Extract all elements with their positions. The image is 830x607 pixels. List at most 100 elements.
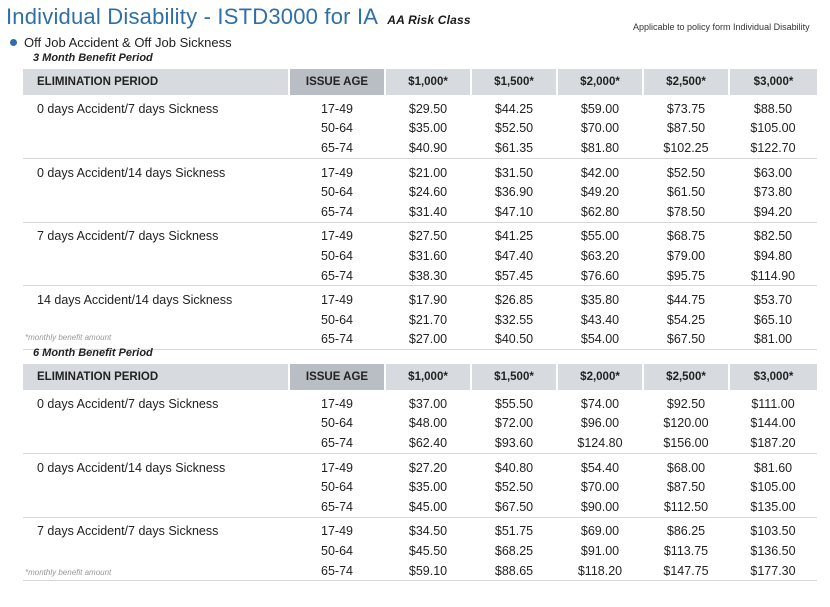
header-benefit-amount: $1,500*	[471, 69, 558, 95]
rate-cell: $32.55	[494, 312, 534, 327]
table-row: 0 days Accident/14 days Sickness 17-49 $21…	[23, 158, 817, 182]
header-elimination-period: ELIMINATION PERIOD	[23, 69, 290, 95]
rate-cell: $114.90	[729, 265, 817, 287]
rate-cell: $187.20	[729, 433, 817, 454]
rate-cell: $54.40	[580, 460, 620, 475]
rate-cell: $49.20	[580, 185, 620, 200]
rate-cell: $37.00	[408, 396, 448, 411]
table-row: 65-74 $62.40 $93.60 $124.80 $156.00 $187.20	[23, 433, 817, 454]
elimination-period-cell	[23, 246, 289, 266]
issue-age-cell: 65-74	[289, 560, 385, 582]
elimination-period-cell	[23, 433, 289, 454]
issue-age-cell: 50-64	[321, 480, 353, 495]
rate-cell: $67.50	[643, 329, 729, 351]
rate-cell: $102.25	[643, 138, 729, 159]
rate-cell: $105.00	[750, 480, 796, 495]
rate-cell: $96.00	[580, 416, 620, 431]
rate-cell: $86.25	[666, 524, 706, 539]
table-row: 50-64 $48.00 $72.00 $96.00 $120.00 $144.00	[23, 414, 817, 434]
rate-cell: $87.50	[666, 121, 706, 136]
title-text: Individual Disability - ISTD3000 for IA	[6, 4, 377, 29]
table-row: 50-64 $24.60 $36.90 $49.20 $61.50 $73.80	[23, 182, 817, 202]
rate-cell: $52.50	[494, 121, 534, 136]
rate-cell: $111.00	[751, 396, 795, 411]
rate-cell: $54.00	[557, 329, 643, 351]
rate-cell: $17.90	[408, 293, 448, 308]
rate-cell: $31.50	[494, 165, 534, 180]
rate-cell: $26.85	[494, 293, 534, 308]
elimination-period-cell: 14 days Accident/14 days Sickness	[37, 293, 233, 308]
coverage-text: Off Job Accident & Off Job Sickness	[24, 35, 232, 50]
table-row: 0 days Accident/7 days Sickness 17-49 $37.…	[23, 390, 817, 414]
rate-cell: $87.50	[666, 480, 706, 495]
issue-age-cell: 50-64	[321, 416, 353, 431]
elimination-period-cell	[23, 201, 289, 223]
rate-cell: $90.00	[557, 496, 643, 518]
rate-cell: $52.50	[494, 480, 534, 495]
header-benefit-amount: $2,500*	[643, 364, 730, 390]
rate-cell: $94.20	[729, 201, 817, 223]
rate-cell: $42.00	[580, 165, 620, 180]
rate-cell: $78.50	[643, 201, 729, 223]
issue-age-cell: 50-64	[321, 248, 353, 263]
rate-cell: $113.75	[663, 543, 709, 558]
rate-cell: $31.40	[385, 201, 471, 223]
rate-cell: $21.00	[408, 165, 448, 180]
rate-table-3-month: ELIMINATION PERIOD ISSUE AGE $1,000* $1,500…	[23, 69, 817, 351]
rate-cell: $92.50	[666, 396, 706, 411]
rate-cell: $34.50	[408, 524, 448, 539]
rate-cell: $44.75	[666, 293, 706, 308]
risk-class-label: AA Risk Class	[387, 13, 471, 27]
rate-cell: $95.75	[643, 265, 729, 287]
issue-age-cell: 17-49	[321, 524, 353, 539]
rate-cell: $27.00	[385, 329, 471, 351]
table-row: 65-74 $38.30 $57.45 $76.60 $95.75 $114.90	[23, 265, 817, 287]
rate-cell: $122.70	[729, 138, 817, 159]
elimination-period-cell: 7 days Accident/7 days Sickness	[37, 524, 219, 539]
rate-cell: $62.80	[557, 201, 643, 223]
elimination-period-cell: 7 days Accident/7 days Sickness	[37, 229, 219, 244]
rate-cell: $35.00	[408, 121, 448, 136]
rate-cell: $40.90	[385, 138, 471, 159]
rate-cell: $147.75	[643, 560, 729, 582]
rate-table-6-month: ELIMINATION PERIOD ISSUE AGE $1,000* $1,500…	[23, 364, 817, 582]
elimination-period-cell	[23, 182, 289, 202]
table-row: 65-74 $45.00 $67.50 $90.00 $112.50 $135.00	[23, 496, 817, 518]
table-row: 50-64 $35.00 $52.50 $70.00 $87.50 $105.00	[23, 119, 817, 139]
rate-cell: $35.00	[408, 480, 448, 495]
rate-cell: $103.50	[750, 524, 796, 539]
rate-cell: $40.50	[471, 329, 557, 351]
rate-cell: $120.00	[663, 416, 709, 431]
rate-cell: $73.80	[753, 185, 793, 200]
rate-cell: $27.20	[408, 460, 448, 475]
table-row: 65-74 $59.10 $88.65 $118.20 $147.75 $177.30	[23, 560, 817, 582]
elimination-period-cell: 0 days Accident/14 days Sickness	[37, 460, 226, 475]
rate-cell: $62.40	[385, 433, 471, 454]
table-row: 50-64 $21.70 $32.55 $43.40 $54.25 $65.10	[23, 310, 817, 330]
table-row: 7 days Accident/7 days Sickness 17-49 $27.…	[23, 222, 817, 246]
rate-cell: $73.75	[666, 101, 706, 116]
rate-cell: $79.00	[666, 248, 706, 263]
rate-cell: $48.00	[408, 416, 448, 431]
rate-cell: $81.80	[557, 138, 643, 159]
issue-age-cell: 17-49	[321, 293, 353, 308]
rate-cell: $41.25	[494, 229, 534, 244]
rate-cell: $136.50	[750, 543, 796, 558]
header-benefit-amount: $1,500*	[471, 364, 558, 390]
rate-cell: $63.20	[580, 248, 620, 263]
issue-age-cell: 17-49	[321, 165, 353, 180]
rate-cell: $44.25	[494, 101, 534, 116]
rate-cell: $52.50	[666, 165, 706, 180]
table-row: 0 days Accident/7 days Sickness 17-49 $29.…	[23, 95, 817, 119]
coverage-bullet: Off Job Accident & Off Job Sickness	[10, 35, 232, 50]
elimination-period-cell: 0 days Accident/7 days Sickness	[37, 396, 219, 411]
elimination-period-cell: 0 days Accident/7 days Sickness	[37, 101, 219, 116]
rate-cell: $118.20	[557, 560, 643, 582]
rate-cell: $47.40	[494, 248, 534, 263]
rate-cell: $76.60	[557, 265, 643, 287]
table-row: 50-64 $45.50 $68.25 $91.00 $113.75 $136.50	[23, 541, 817, 561]
rate-cell: $70.00	[580, 121, 620, 136]
table-row: 65-74 $31.40 $47.10 $62.80 $78.50 $94.20	[23, 201, 817, 223]
rate-cell: $68.00	[666, 460, 706, 475]
rate-cell: $59.00	[580, 101, 620, 116]
